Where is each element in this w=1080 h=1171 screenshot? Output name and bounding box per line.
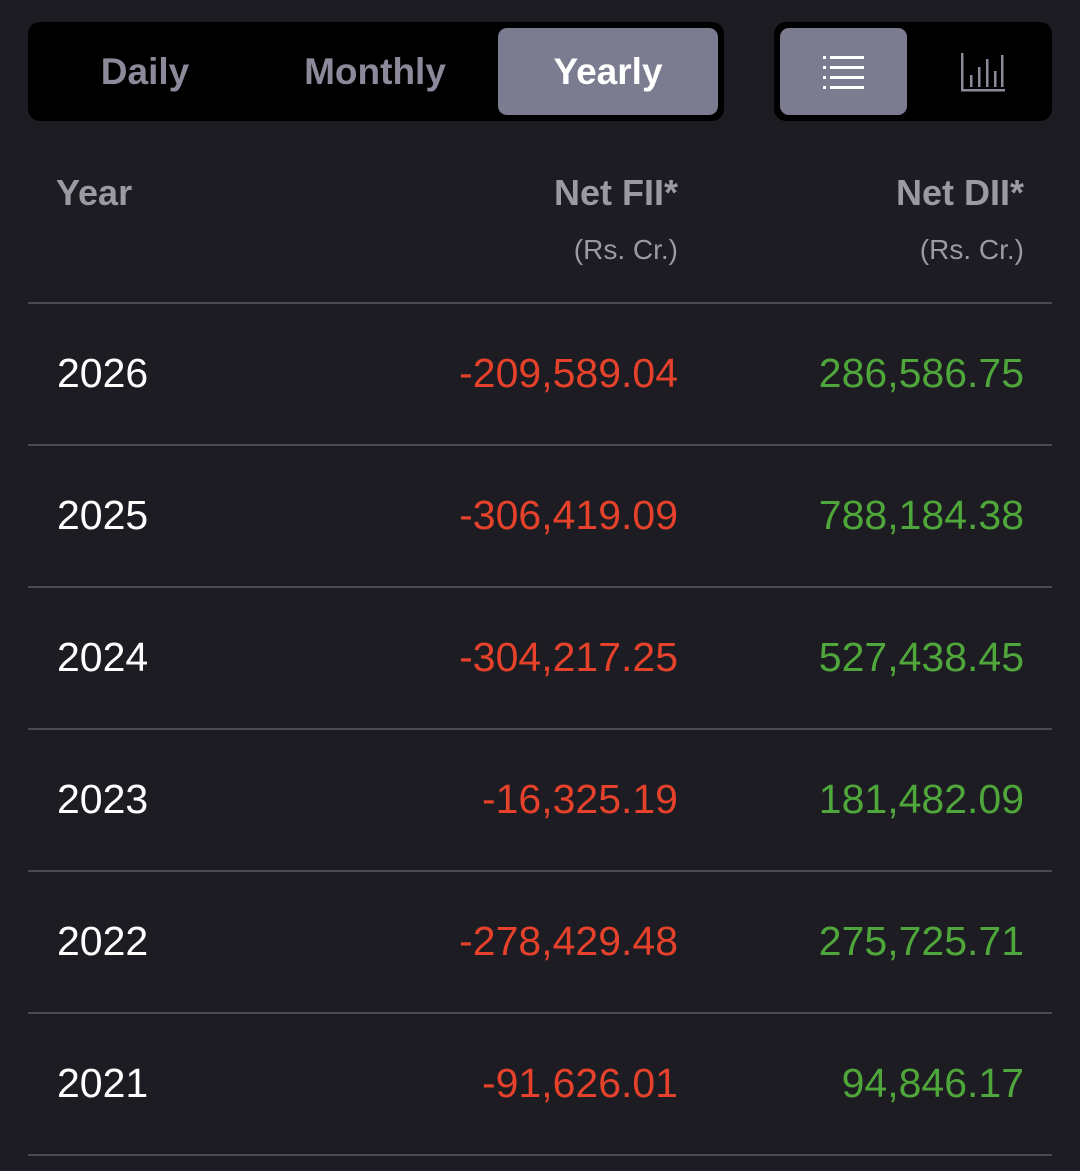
table-row: 2023 -16,325.19 181,482.09	[28, 729, 1052, 869]
fii-value: -209,589.04	[459, 350, 678, 396]
dii-value: 181,482.09	[818, 776, 1024, 822]
fii-column-header: Net FII*	[553, 172, 678, 213]
fii-value: -16,325.19	[481, 776, 678, 822]
tab-yearly[interactable]: Yearly	[498, 28, 718, 115]
year-cell: 2024	[57, 634, 149, 680]
dii-value: 788,184.38	[818, 492, 1024, 538]
table-row: 2026 -209,589.04 286,586.75	[28, 303, 1052, 443]
year-cell: 2025	[57, 492, 149, 538]
fii-value: -91,626.01	[481, 1060, 678, 1106]
dii-unit-label: (Rs. Cr.)	[919, 234, 1024, 265]
bar-chart-icon	[960, 52, 1005, 91]
year-column-header: Year	[56, 172, 133, 213]
tab-daily[interactable]: Daily	[34, 28, 256, 115]
view-toggle	[774, 22, 1052, 121]
period-toggle: Daily Monthly Yearly	[28, 22, 724, 121]
dii-value: 275,725.71	[818, 918, 1024, 964]
divider	[28, 1154, 1052, 1156]
year-cell: 2021	[57, 1060, 149, 1106]
table-header: Year Net FII* (Rs. Cr.) Net DII* (Rs. Cr…	[28, 140, 1052, 302]
table-row: 2021 -91,626.01 94,846.17	[28, 1013, 1052, 1153]
chart-view-button[interactable]	[919, 28, 1046, 115]
table-row: 2022 -278,429.48 275,725.71	[28, 871, 1052, 1011]
dii-value: 527,438.45	[818, 634, 1024, 680]
dii-value: 94,846.17	[841, 1060, 1024, 1106]
fii-value: -304,217.25	[459, 634, 678, 680]
list-icon	[822, 55, 864, 89]
table-row: 2024 -304,217.25 527,438.45	[28, 587, 1052, 727]
table-row: 2025 -306,419.09 788,184.38	[28, 445, 1052, 585]
dii-value: 286,586.75	[818, 350, 1024, 396]
year-cell: 2022	[57, 918, 149, 964]
fii-value: -278,429.48	[459, 918, 678, 964]
fii-unit-label: (Rs. Cr.)	[573, 234, 678, 265]
year-cell: 2026	[57, 350, 149, 396]
fii-value: -306,419.09	[459, 492, 678, 538]
list-view-button[interactable]	[780, 28, 907, 115]
fii-dii-screen: Daily Monthly Yearly Year Net FII* (Rs. …	[0, 0, 1080, 1171]
year-cell: 2023	[57, 776, 149, 822]
dii-column-header: Net DII*	[895, 172, 1024, 213]
tab-monthly[interactable]: Monthly	[264, 28, 486, 115]
